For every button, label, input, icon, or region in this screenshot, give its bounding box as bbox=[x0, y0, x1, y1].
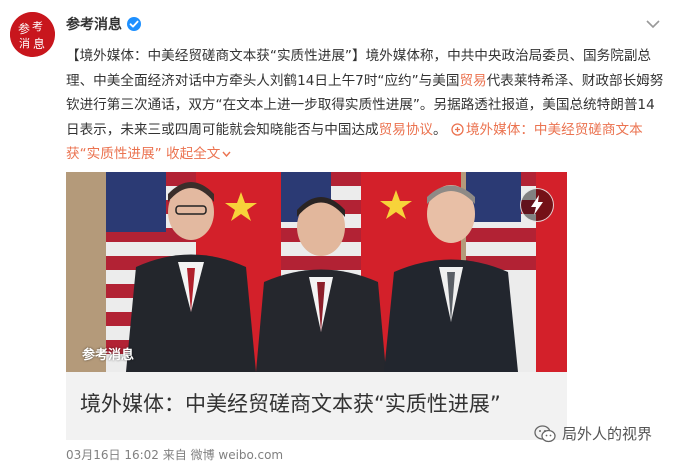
collapse-label: 收起全文 bbox=[165, 146, 221, 162]
news-photo[interactable]: 参考消息 bbox=[66, 172, 567, 372]
wechat-icon bbox=[534, 424, 556, 442]
avatar-char-1: 参 bbox=[18, 21, 30, 36]
bolt-button[interactable] bbox=[520, 188, 554, 222]
bolt-icon bbox=[531, 195, 543, 215]
card-title[interactable]: 境外媒体：中美经贸磋商文本获“实质性进展” bbox=[80, 388, 501, 418]
user-name[interactable]: 参考消息 bbox=[66, 14, 122, 34]
post-meta: 03月16日 16:02 来自 微博 weibo.com bbox=[66, 448, 284, 462]
avatar[interactable]: 参 考 消 息 bbox=[10, 12, 55, 57]
account-watermark-text: 局外人的视界 bbox=[562, 425, 653, 443]
photo-watermark: 参考消息 bbox=[82, 348, 135, 363]
menu-chevron-icon[interactable] bbox=[645, 18, 661, 30]
avatar-char-3: 消 bbox=[19, 36, 30, 50]
keyword-trade-agreement[interactable]: 贸易协议 bbox=[379, 122, 433, 138]
account-watermark: 局外人的视界 bbox=[534, 423, 652, 444]
post-body-3: 。 bbox=[433, 121, 447, 138]
avatar-char-4: 息 bbox=[33, 36, 45, 51]
keyword-trade[interactable]: 贸易 bbox=[459, 73, 486, 89]
avatar-char-2: 考 bbox=[32, 20, 43, 33]
photo-illustration bbox=[66, 172, 567, 372]
post-headline: 【境外媒体：中美经贸磋商文本获“实质性进展”】 bbox=[66, 48, 366, 64]
post-header: 参考消息 bbox=[66, 14, 141, 34]
link-icon bbox=[451, 122, 464, 136]
collapse-button[interactable]: 收起全文 bbox=[166, 146, 231, 162]
post-text: 【境外媒体：中美经贸磋商文本获“实质性进展”】境外媒体称，中共中央政治局委员、国… bbox=[66, 44, 666, 167]
avatar-logo: 参 考 消 息 bbox=[10, 12, 55, 57]
verified-icon bbox=[127, 17, 141, 31]
media-card[interactable]: 参考消息 境外媒体：中美经贸磋商文本获“实质性进展” bbox=[66, 172, 567, 440]
chevron-down-icon bbox=[222, 151, 231, 157]
